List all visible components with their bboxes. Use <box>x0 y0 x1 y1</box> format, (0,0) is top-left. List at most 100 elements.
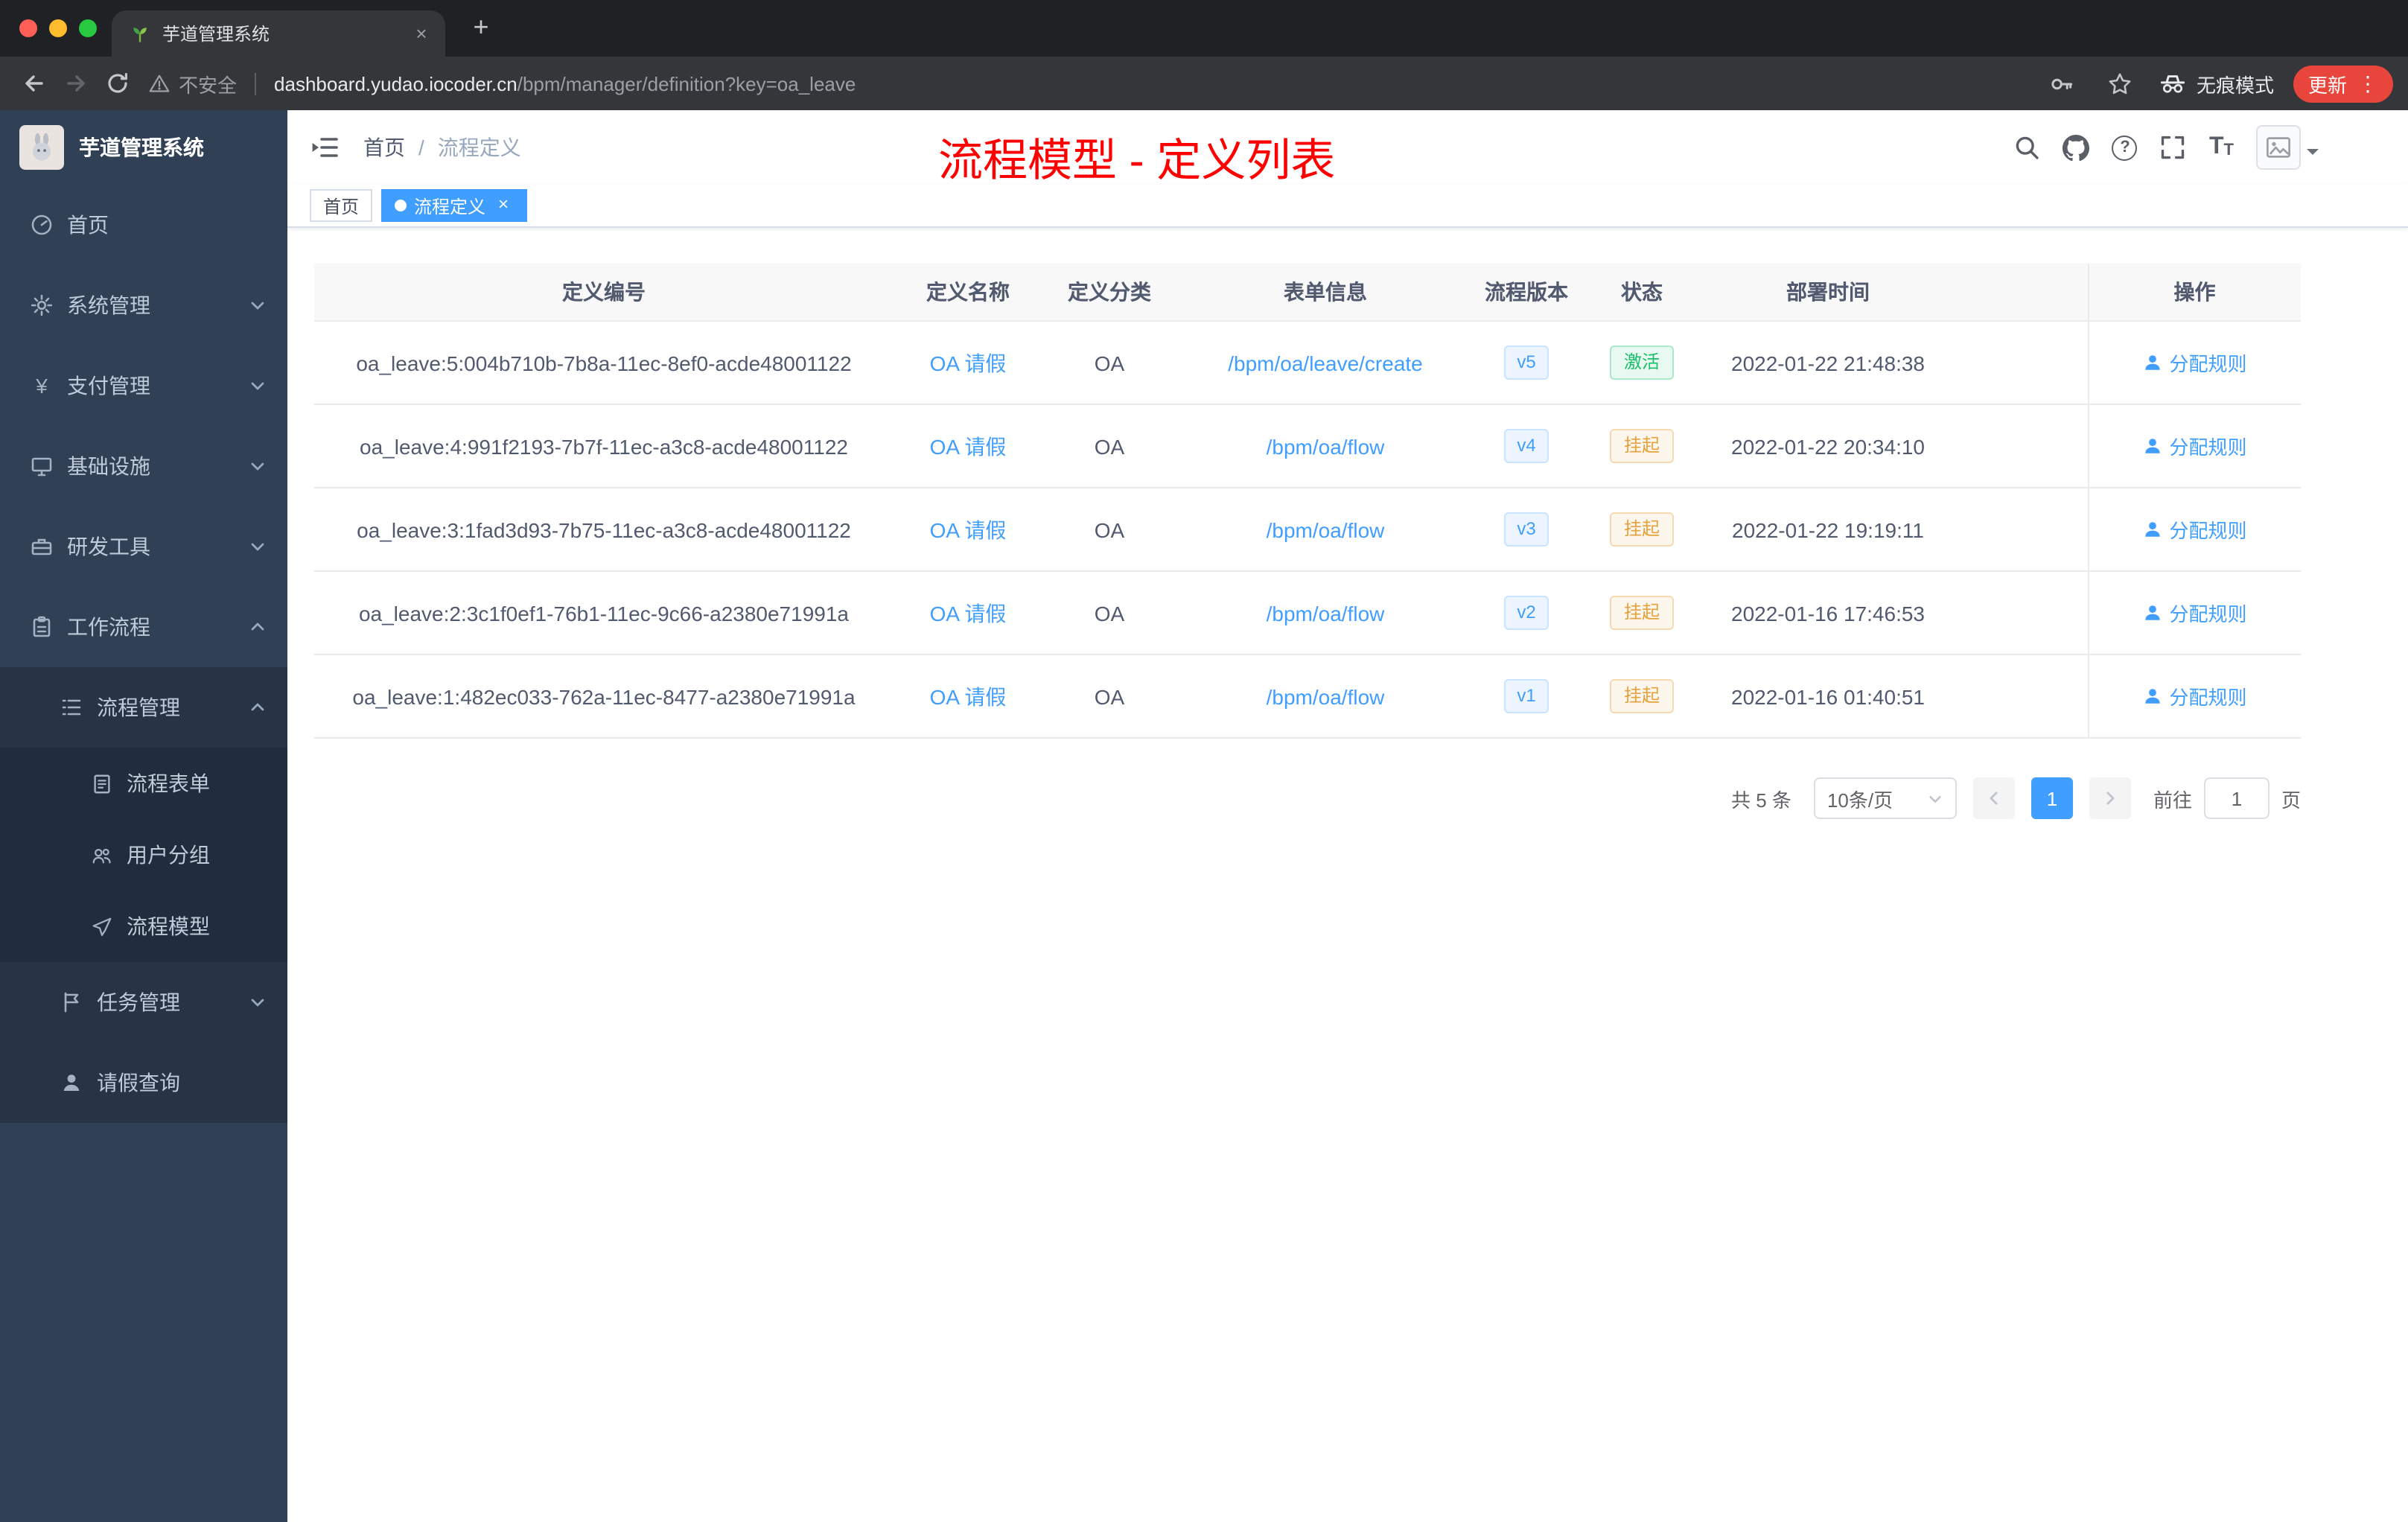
sidebar-brand[interactable]: 芋道管理系统 <box>0 110 287 185</box>
cell-filler <box>1951 655 2088 739</box>
close-window-button[interactable] <box>19 19 37 37</box>
definition-name-link[interactable]: OA 请假 <box>930 351 1007 375</box>
fullscreen-icon[interactable] <box>2160 134 2187 161</box>
browser-tab[interactable]: 芋道管理系统 × <box>112 10 445 57</box>
sidebar-item-system[interactable]: 系统管理 <box>0 265 287 346</box>
definition-name-link[interactable]: OA 请假 <box>930 601 1007 625</box>
url-path: /bpm/manager/definition?key=oa_leave <box>517 72 856 95</box>
security-indicator[interactable]: 不安全 <box>149 69 237 98</box>
chevron-left-icon <box>1990 792 1998 805</box>
form-link[interactable]: /bpm/oa/flow <box>1267 434 1385 458</box>
cell-filler <box>1951 404 2088 488</box>
browser-tab-strip: 芋道管理系统 × + <box>0 0 2408 57</box>
person-icon <box>2144 689 2160 704</box>
version-badge: v4 <box>1503 429 1549 463</box>
minimize-window-button[interactable] <box>49 19 67 37</box>
new-tab-button[interactable]: + <box>465 12 497 45</box>
sidebar-menu: 首页 系统管理 ¥ 支付管理 基础设施 研发工具 工作流程 流程管理 流程表单 … <box>0 185 287 1522</box>
address-bar[interactable]: dashboard.yudao.iocoder.cn/bpm/manager/d… <box>274 72 2025 95</box>
table-row: oa_leave:5:004b710b-7b8a-11ec-8ef0-acde4… <box>314 321 2301 405</box>
navbar-actions: ? TT <box>2014 125 2408 170</box>
sidebar-item-workflow[interactable]: 工作流程 <box>0 587 287 667</box>
user-avatar-menu[interactable] <box>2256 125 2319 170</box>
status-badge: 激活 <box>1610 346 1673 380</box>
page-number-button[interactable]: 1 <box>2030 777 2073 819</box>
tag-label: 首页 <box>323 196 360 217</box>
window-controls <box>19 19 97 37</box>
reload-button[interactable] <box>98 64 137 103</box>
cell-deploy-time: 2022-01-22 20:34:10 <box>1705 404 1951 488</box>
person-icon <box>2144 355 2160 370</box>
definition-name-link[interactable]: OA 请假 <box>930 518 1007 541</box>
clipboard-icon <box>30 615 54 639</box>
col-definition-id: 定义编号 <box>314 264 894 322</box>
back-button[interactable] <box>15 64 54 103</box>
chevron-up-icon <box>251 623 264 631</box>
cell-version: v3 <box>1474 488 1579 572</box>
table-row: oa_leave:4:991f2193-7b7f-11ec-a3c8-acde4… <box>314 404 2301 488</box>
cell-version: v2 <box>1474 571 1579 655</box>
sidebar-item-infrastructure[interactable]: 基础设施 <box>0 426 287 506</box>
sidebar-item-label: 支付管理 <box>67 374 150 398</box>
col-definition-category: 定义分类 <box>1042 264 1176 322</box>
assign-rule-link[interactable]: 分配规则 <box>2142 432 2247 460</box>
tag-label: 流程定义 <box>414 196 486 217</box>
sidebar-item-process-model[interactable]: 流程模型 <box>0 891 287 962</box>
sidebar-item-dev-tools[interactable]: 研发工具 <box>0 506 287 587</box>
assign-rule-link[interactable]: 分配规则 <box>2142 599 2247 627</box>
breadcrumb-home[interactable]: 首页 <box>363 136 405 159</box>
browser-toolbar: 不安全 dashboard.yudao.iocoder.cn/bpm/manag… <box>0 57 2408 110</box>
font-size-icon[interactable]: TT <box>2209 135 2234 159</box>
tag-process-definition[interactable]: 流程定义 × <box>381 189 528 222</box>
sidebar-item-leave-query[interactable]: 请假查询 <box>0 1042 287 1123</box>
next-page-button[interactable] <box>2089 777 2131 819</box>
assign-rule-link[interactable]: 分配规则 <box>2142 348 2247 377</box>
help-icon[interactable]: ? <box>2112 135 2138 160</box>
sidebar-item-task-management[interactable]: 任务管理 <box>0 962 287 1042</box>
sidebar-item-home[interactable]: 首页 <box>0 185 287 265</box>
col-status: 状态 <box>1579 264 1705 322</box>
flag-icon <box>60 990 83 1014</box>
key-icon <box>2052 77 2074 89</box>
maximize-window-button[interactable] <box>79 19 97 37</box>
pagination: 共 5 条 10条/页 1 前往 页 <box>314 777 2301 819</box>
cell-status: 激活 <box>1579 321 1705 405</box>
search-icon[interactable] <box>2014 134 2041 161</box>
definition-name-link[interactable]: OA 请假 <box>930 434 1007 458</box>
form-link[interactable]: /bpm/oa/flow <box>1267 518 1385 541</box>
prev-page-button[interactable] <box>1972 777 2015 819</box>
chevron-down-icon <box>251 999 264 1007</box>
sidebar-item-label: 流程模型 <box>127 914 210 938</box>
cell-operations: 分配规则 <box>2087 321 2301 405</box>
tab-close-icon[interactable]: × <box>410 22 433 45</box>
tag-home[interactable]: 首页 <box>310 189 373 222</box>
form-link[interactable]: /bpm/oa/flow <box>1267 684 1385 708</box>
cell-form-info: /bpm/oa/flow <box>1176 404 1474 488</box>
form-link[interactable]: /bpm/oa/leave/create <box>1228 351 1423 375</box>
form-link[interactable]: /bpm/oa/flow <box>1267 601 1385 625</box>
browser-update-button[interactable]: 更新 ⋮ <box>2293 65 2393 102</box>
password-manager-button[interactable] <box>2043 64 2082 103</box>
assign-rule-link[interactable]: 分配规则 <box>2142 682 2247 710</box>
definition-name-link[interactable]: OA 请假 <box>930 684 1007 708</box>
tag-close-icon[interactable]: × <box>493 194 514 216</box>
forward-button[interactable] <box>57 64 95 103</box>
version-badge: v3 <box>1503 512 1549 547</box>
sidebar-item-process-form[interactable]: 流程表单 <box>0 748 287 819</box>
sidebar-item-user-group[interactable]: 用户分组 <box>0 819 287 891</box>
sidebar-item-process-management[interactable]: 流程管理 <box>0 667 287 748</box>
github-icon[interactable] <box>2063 134 2090 161</box>
assign-rule-link[interactable]: 分配规则 <box>2142 515 2247 544</box>
sidebar-item-payment[interactable]: ¥ 支付管理 <box>0 346 287 426</box>
sidebar-item-label: 流程管理 <box>97 695 180 719</box>
sidebar-toggle-icon[interactable] <box>310 133 340 162</box>
bookmark-star-button[interactable] <box>2101 64 2140 103</box>
page-size-select[interactable]: 10条/页 <box>1813 777 1957 819</box>
col-operations: 操作 <box>2087 264 2301 322</box>
cell-form-info: /bpm/oa/flow <box>1176 655 1474 739</box>
cell-definition-name: OA 请假 <box>894 321 1042 405</box>
avatar <box>2256 125 2301 170</box>
person-icon <box>60 1071 83 1095</box>
goto-page-input[interactable] <box>2203 777 2270 819</box>
assign-rule-label: 分配规则 <box>2169 687 2247 709</box>
